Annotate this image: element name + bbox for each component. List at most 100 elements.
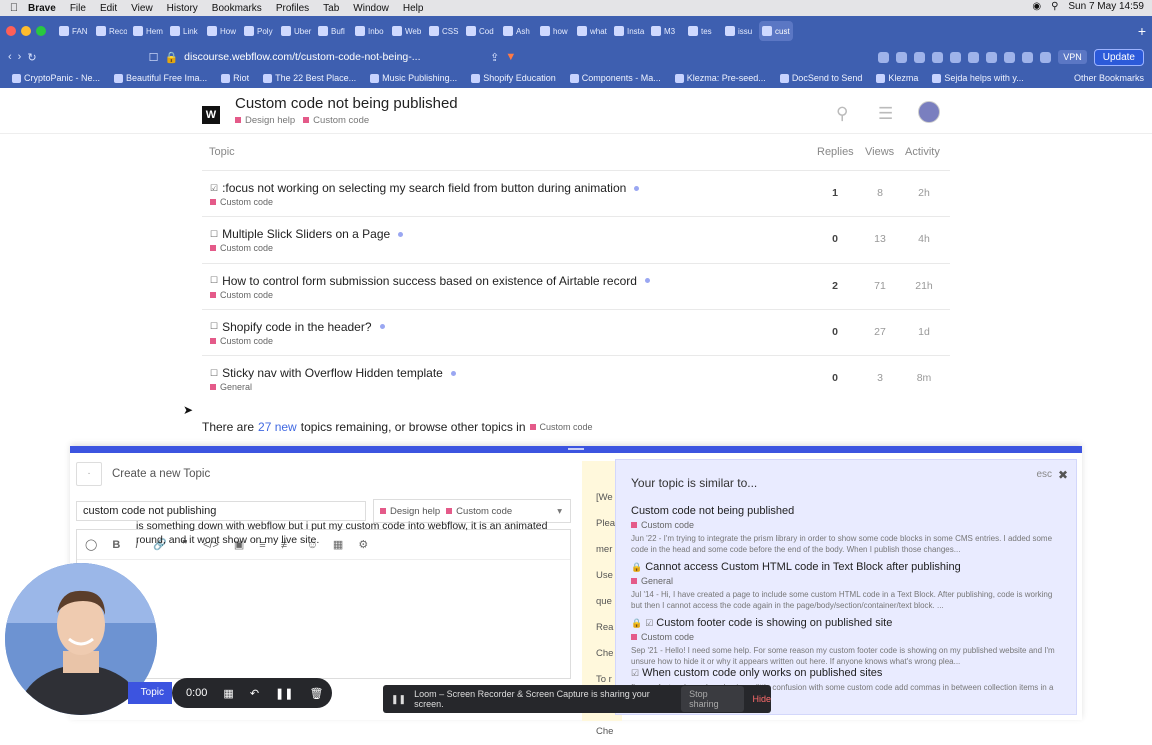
topic-category[interactable]: General [210, 382, 252, 392]
browser-tab[interactable]: how [537, 21, 571, 41]
bookmark-icon[interactable]: ☐ [149, 51, 159, 64]
menu-file[interactable]: File [70, 3, 86, 14]
topic-row[interactable]: ☑:focus not working on selecting my sear… [202, 170, 950, 216]
activity-time[interactable]: 4h [906, 233, 942, 245]
new-tab-icon[interactable]: + [1132, 23, 1152, 39]
browser-tab[interactable]: Cod [463, 21, 497, 41]
zoom-window-icon[interactable] [36, 26, 46, 36]
topic-title-input[interactable] [76, 501, 366, 521]
resize-grip[interactable] [568, 448, 584, 450]
category-custom-code[interactable]: Custom code [303, 115, 369, 126]
menu-history[interactable]: History [167, 3, 198, 14]
similar-topic-category[interactable]: Custom code [631, 520, 1061, 530]
datetime[interactable]: Sun 7 May 14:59 [1068, 1, 1144, 12]
browser-tab[interactable]: Hem [130, 21, 164, 41]
speech-bubble-icon[interactable]: ◯ [85, 538, 97, 551]
header-replies[interactable]: Replies [817, 146, 854, 158]
browser-tab[interactable]: what [574, 21, 608, 41]
header-activity[interactable]: Activity [905, 146, 940, 158]
browser-tab[interactable]: How [204, 21, 238, 41]
extension-icon[interactable] [950, 51, 962, 63]
browser-tab[interactable]: Link [167, 21, 201, 41]
close-window-icon[interactable] [6, 26, 16, 36]
browser-tab[interactable]: Poly [241, 21, 275, 41]
new-topics-link[interactable]: 27 new [258, 420, 297, 434]
browser-tab[interactable]: Web [389, 21, 423, 41]
minimize-window-icon[interactable] [21, 26, 31, 36]
topic-title[interactable]: ☐ Shopify code in the header? [210, 320, 385, 334]
grid-icon[interactable]: ▦ [223, 687, 233, 700]
browser-tab[interactable]: FAN [56, 21, 90, 41]
webflow-logo[interactable]: W [202, 106, 220, 124]
topic-row[interactable]: ☐ Shopify code in the header? Custom code 0… [202, 308, 950, 355]
hide-button[interactable]: Hide [752, 694, 771, 704]
update-button[interactable]: Update [1093, 48, 1144, 66]
search-icon[interactable]: ⚲ [1051, 1, 1058, 12]
topic-row[interactable]: ☐ How to control form submission success … [202, 262, 950, 309]
activity-time[interactable]: 1d [906, 326, 942, 338]
close-icon[interactable]: ✖ [1058, 468, 1068, 482]
menu-bookmarks[interactable]: Bookmarks [212, 3, 262, 14]
topic-category[interactable]: Custom code [210, 336, 273, 346]
bookmark-item[interactable]: Sejda helps with y... [932, 73, 1024, 83]
bookmark-item[interactable]: Components - Ma... [569, 73, 661, 83]
composer-type-icon[interactable]: · [76, 462, 102, 486]
extension-icon[interactable] [986, 51, 998, 63]
similar-topic[interactable]: 🔒 Cannot access Custom HTML code in Text … [631, 561, 1061, 611]
menu-help[interactable]: Help [403, 3, 424, 14]
menu-tab[interactable]: Tab [323, 3, 339, 14]
browser-tab[interactable]: Ash [500, 21, 534, 41]
similar-topic[interactable]: 🔒 ☑ Custom footer code is showing on publi… [631, 617, 1061, 667]
bookmark-item[interactable]: The 22 Best Place... [263, 73, 356, 83]
extension-icon[interactable] [896, 51, 908, 63]
bookmark-item[interactable]: Klezma: Pre-seed... [674, 73, 766, 83]
menu-profiles[interactable]: Profiles [276, 3, 309, 14]
extension-icon[interactable] [1040, 51, 1052, 63]
bookmark-item[interactable]: Music Publishing... [370, 73, 457, 83]
back-icon[interactable]: ‹ [8, 51, 12, 63]
browser-tab[interactable]: Reco [93, 21, 127, 41]
header-views[interactable]: Views [865, 146, 894, 158]
menu-view[interactable]: View [131, 3, 153, 14]
similar-topic-category[interactable]: General [631, 576, 1061, 586]
brave-shield-icon[interactable]: ▼ [505, 51, 516, 63]
extension-icon[interactable] [968, 51, 980, 63]
topic-title[interactable]: ☐ Multiple Slick Sliders on a Page [210, 227, 404, 241]
menu-edit[interactable]: Edit [100, 3, 117, 14]
user-avatar[interactable] [918, 101, 940, 123]
browser-tab[interactable]: CSS [426, 21, 460, 41]
bookmark-item[interactable]: DocSend to Send [779, 73, 862, 83]
topic-title[interactable]: ☐ Sticky nav with Overflow Hidden templat… [210, 366, 456, 380]
other-bookmarks[interactable]: Other Bookmarks [1074, 73, 1144, 83]
similar-topic[interactable]: Custom code not being published Custom co… [631, 505, 1061, 555]
vpn-button[interactable]: VPN [1058, 50, 1087, 64]
category-design-help[interactable]: Design help [235, 115, 295, 126]
stop-sharing-button[interactable]: Stop sharing [681, 686, 745, 712]
extension-icon[interactable] [878, 51, 890, 63]
topic-category[interactable]: Custom code [210, 290, 273, 300]
pause-icon[interactable]: ❚❚ [275, 687, 293, 700]
browser-tab[interactable]: Insta [611, 21, 645, 41]
bookmark-item[interactable]: Klezma [876, 73, 918, 83]
topic-row[interactable]: ☐ Multiple Slick Sliders on a Page Custom … [202, 216, 950, 262]
topic-row[interactable]: ☐ Sticky nav with Overflow Hidden templat… [202, 355, 950, 401]
bookmark-item[interactable]: CryptoPanic - Ne... [12, 73, 100, 83]
trash-icon[interactable]: 🗑 [309, 687, 323, 700]
activity-time[interactable]: 8m [906, 372, 942, 384]
extension-icon[interactable] [1004, 51, 1016, 63]
category-link[interactable]: Custom code [529, 422, 593, 432]
activity-time[interactable]: 21h [906, 280, 942, 292]
post-body-text[interactable]: is something down with webflow but i put… [136, 519, 561, 547]
similar-topic-category[interactable]: Custom code [631, 632, 1061, 642]
topic-category[interactable]: Custom code [210, 243, 273, 253]
browser-tab[interactable]: Bufl [315, 21, 349, 41]
topic-category[interactable]: Custom code [210, 197, 273, 207]
menu-window[interactable]: Window [353, 3, 389, 14]
topic-title[interactable]: ☑:focus not working on selecting my sear… [210, 181, 640, 195]
browser-tab[interactable]: Inbo [352, 21, 386, 41]
url-field[interactable]: discourse.webflow.com/t/custom-code-not-… [184, 51, 484, 63]
browser-tab[interactable]: cust [759, 21, 793, 41]
activity-time[interactable]: 2h [906, 187, 942, 199]
reload-icon[interactable]: ↻ [27, 51, 36, 64]
bookmark-item[interactable]: Riot [221, 73, 249, 83]
